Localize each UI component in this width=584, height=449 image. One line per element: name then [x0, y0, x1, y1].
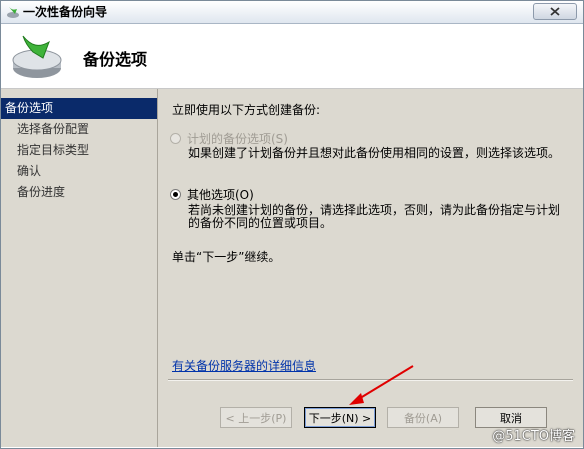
other-option-description: 若尚未创建计划的备份，请选择此选项，否则，请为此备份指定与计划的备份不同的位置或… — [188, 203, 561, 230]
other-radio[interactable] — [170, 189, 181, 200]
continue-hint: 单击“下一步”继续。 — [172, 250, 281, 264]
title-bar[interactable]: 一次性备份向导 — [1, 1, 583, 24]
other-option-label: 其他选项(O) — [187, 188, 254, 202]
scheduled-option-label: 计划的备份选项(S) — [187, 132, 288, 146]
wizard-steps: 备份选项 选择备份配置 指定目标类型 确认 备份进度 — [1, 89, 158, 447]
page-title: 备份选项 — [83, 50, 148, 69]
scheduled-radio[interactable] — [170, 133, 181, 144]
step-confirm[interactable]: 确认 — [1, 161, 157, 182]
step-select-config[interactable]: 选择备份配置 — [1, 119, 157, 140]
step-target-type[interactable]: 指定目标类型 — [1, 140, 157, 161]
back-button[interactable]: < 上一步(P) — [220, 407, 292, 428]
scheduled-option[interactable]: 计划的备份选项(S) — [170, 130, 288, 147]
annotation-arrow-icon — [349, 365, 414, 405]
watermark: @51CTO博客 — [492, 429, 575, 444]
intro-text: 立即使用以下方式创建备份: — [172, 103, 321, 117]
scheduled-option-description: 如果创建了计划备份并且想对此备份使用相同的设置，则选择该选项。 — [188, 146, 561, 160]
backup-app-icon — [7, 7, 19, 18]
other-option[interactable]: 其他选项(O) — [170, 186, 254, 203]
close-button[interactable] — [533, 3, 577, 20]
wizard-header: 备份选项 — [1, 24, 583, 89]
step-progress[interactable]: 备份进度 — [1, 182, 157, 203]
step-backup-options[interactable]: 备份选项 — [1, 98, 157, 119]
close-icon — [550, 7, 560, 16]
backup-disk-icon — [12, 35, 62, 78]
wizard-window: 一次性备份向导 备份选项 备份选项 选择备份配置 指定目标类型 确认 备份进度 … — [0, 0, 584, 449]
backup-help-link[interactable]: 有关备份服务器的详细信息 — [172, 357, 316, 374]
window-title: 一次性备份向导 — [23, 5, 108, 19]
